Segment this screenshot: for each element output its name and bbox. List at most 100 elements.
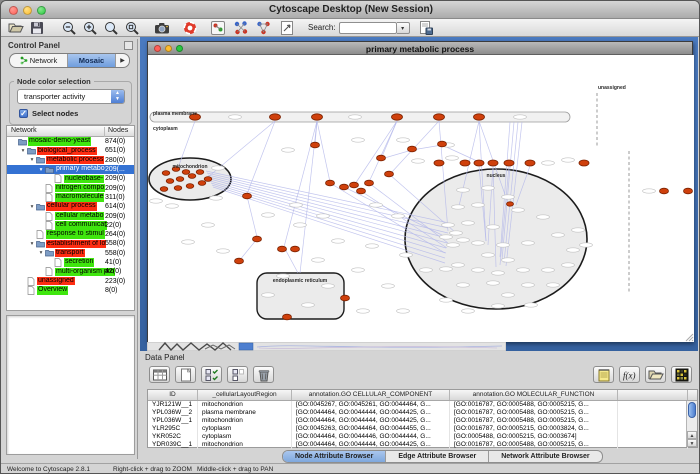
network-node[interactable] — [182, 170, 190, 175]
tab-node-attribute-browser[interactable]: Node Attribute Browser — [283, 451, 386, 462]
table-row[interactable]: YPL036W__1mitochondrion[GO:0044464, GO:0… — [148, 417, 697, 425]
network-node[interactable] — [365, 180, 374, 186]
table-row[interactable]: YKR052Ccytoplasm[GO:0044464, GO:0044446,… — [148, 433, 697, 441]
network-node[interactable] — [186, 184, 194, 189]
network-node[interactable] — [434, 114, 445, 120]
tree-row-nitrogen-compo[interactable]: nitrogen compo209(0) — [7, 183, 134, 192]
select-nodes-checkbox[interactable]: ✓ — [19, 109, 28, 118]
network-node[interactable] — [326, 180, 335, 186]
network-node[interactable] — [162, 171, 170, 176]
expand-arrow-icon[interactable]: ▾ — [28, 241, 36, 247]
network-node[interactable] — [438, 141, 447, 147]
network-node[interactable] — [579, 160, 589, 166]
network-canvas[interactable]: plasma membranecytoplasmmitochondrionnuc… — [148, 55, 694, 342]
expand-arrow-icon[interactable]: ▾ — [28, 157, 36, 163]
tab-network[interactable]: Network — [10, 54, 68, 67]
network-node[interactable] — [188, 174, 196, 179]
tree-row-cellular-metabo[interactable]: cellular metabo209(0) — [7, 211, 134, 220]
import-folder-icon-button[interactable] — [645, 366, 666, 383]
network-node[interactable] — [684, 188, 693, 194]
layout-icon-a[interactable] — [232, 20, 249, 36]
network-node[interactable] — [507, 202, 514, 206]
tree-row-overview[interactable]: Overview8(0) — [7, 286, 134, 295]
network-node[interactable] — [392, 114, 403, 120]
tree-row-primary-metabo[interactable]: ▾primary metabo209(... — [7, 165, 134, 174]
zoom-out-icon[interactable] — [60, 20, 77, 36]
table-icon-button[interactable] — [149, 366, 170, 383]
table-row[interactable]: YJR121W__1mitochondrion[GO:0045267, GO:0… — [148, 401, 697, 409]
table-row[interactable]: YLR295Ccytoplasm[GO:0045263, GO:0044464,… — [148, 425, 697, 433]
network-node[interactable] — [160, 187, 168, 192]
table-column-header[interactable] — [618, 390, 688, 400]
tree-row-mosaic-demo-yeast[interactable]: mosaic-demo-yeast874(0) — [7, 137, 134, 146]
network-node[interactable] — [176, 177, 184, 182]
annotation-icon[interactable] — [278, 20, 295, 36]
new-attribute-icon-button[interactable] — [175, 366, 196, 383]
expand-arrow-icon[interactable]: ▾ — [37, 167, 45, 173]
network-node[interactable] — [340, 184, 349, 190]
network-node[interactable] — [357, 188, 366, 194]
network-node[interactable] — [166, 179, 174, 184]
network-node[interactable] — [243, 193, 252, 199]
tree-row-cell-communicat[interactable]: cell communicat22(0) — [7, 221, 134, 230]
tree-header[interactable]: Network Nodes — [7, 126, 134, 137]
table-column-header[interactable]: annotation.GO MOLECULAR_FUNCTION — [450, 390, 618, 400]
network-window-titlebar[interactable]: primary metabolic process — [148, 42, 692, 55]
tree-row-metabolic-process[interactable]: ▾metabolic process280(0) — [7, 156, 134, 165]
tab-network-attribute-browser[interactable]: Network Attribute Browser — [489, 451, 601, 462]
session-save-icon[interactable] — [418, 20, 435, 36]
expand-arrow-icon[interactable]: ▾ — [19, 148, 27, 154]
scroll-up-button[interactable]: ▲ — [687, 431, 697, 439]
network-node[interactable] — [377, 155, 386, 161]
tree-row-establishment-of-lo[interactable]: ▾establishment of lo558(0) — [7, 239, 134, 248]
tab-mosaic[interactable]: Mosaic — [68, 54, 116, 67]
tab-edge-attribute-browser[interactable]: Edge Attribute Browser — [386, 451, 489, 462]
help-lifesaver-icon[interactable] — [181, 20, 198, 36]
snapshot-camera-icon[interactable] — [153, 20, 170, 36]
scroll-down-button[interactable]: ▼ — [687, 439, 697, 447]
network-node[interactable] — [525, 160, 535, 166]
tree-row-cellular-process[interactable]: ▾cellular process614(0) — [7, 202, 134, 211]
network-node[interactable] — [504, 160, 514, 166]
zoom-actual-icon[interactable] — [102, 20, 119, 36]
search-dropdown-button[interactable]: ▾ — [397, 22, 410, 34]
tree-row-multi-organism-pro[interactable]: multi-organism pro42(0) — [7, 267, 134, 276]
tree-row-response-to-stimul[interactable]: response to stimul264(0) — [7, 230, 134, 239]
network-node[interactable] — [434, 160, 444, 166]
float-panel-icon[interactable] — [124, 41, 133, 50]
tree-row-secretion[interactable]: secretion41(0) — [7, 258, 134, 267]
tab-overflow-arrow[interactable]: ▶ — [116, 54, 129, 67]
network-node[interactable] — [253, 236, 262, 242]
network-node[interactable] — [474, 160, 484, 166]
zoom-fit-icon[interactable] — [123, 20, 140, 36]
scrollbar-thumb[interactable] — [688, 402, 696, 418]
network-node[interactable] — [235, 258, 244, 264]
network-node[interactable] — [198, 181, 206, 186]
save-icon[interactable] — [28, 20, 45, 36]
window-titlebar[interactable]: Cytoscape Desktop (New Session) — [1, 1, 700, 19]
unselect-attributes-icon-button[interactable] — [227, 366, 248, 383]
delete-attribute-icon-button[interactable] — [253, 366, 274, 383]
network-node[interactable] — [385, 171, 394, 177]
search-input[interactable] — [339, 22, 397, 34]
tree-row-macromolecule[interactable]: macromolecule311(0) — [7, 193, 134, 202]
matrix-icon-button[interactable] — [671, 366, 692, 383]
network-node[interactable] — [312, 114, 323, 120]
layout-icon-b[interactable] — [255, 20, 272, 36]
network-node[interactable] — [196, 170, 204, 175]
select-attributes-icon-button[interactable] — [201, 366, 222, 383]
node-color-dropdown[interactable]: transporter activity ▲▼ — [17, 89, 125, 104]
open-folder-icon[interactable] — [7, 20, 24, 36]
network-node[interactable] — [350, 182, 359, 188]
expand-arrow-icon[interactable]: ▾ — [28, 204, 36, 210]
network-node[interactable] — [408, 146, 417, 152]
network-node[interactable] — [488, 160, 498, 166]
network-node[interactable] — [341, 295, 350, 301]
network-node[interactable] — [270, 114, 281, 120]
table-column-header[interactable]: ID — [148, 390, 198, 400]
resize-grip-icon[interactable] — [686, 334, 693, 341]
network-view-window[interactable]: primary metabolic process plasma membran… — [147, 41, 693, 342]
network-node[interactable] — [278, 246, 287, 252]
table-column-header[interactable]: _cellularLayoutRegion — [198, 390, 292, 400]
table-row[interactable]: YDR039C__1mitochondrion[GO:0044464, GO:0… — [148, 441, 697, 449]
